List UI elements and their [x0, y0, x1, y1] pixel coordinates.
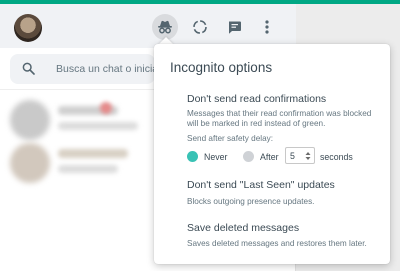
read-confirmations-description: Messages that their read confirmation wa…	[187, 109, 372, 128]
chat-preview-blurred	[58, 122, 138, 130]
deleted-messages-description: Saves deleted messages and restores them…	[187, 239, 367, 248]
search-placeholder: Busca un chat o inicia u	[56, 63, 167, 75]
avatar[interactable]	[14, 14, 42, 42]
new-chat-button[interactable]	[221, 14, 247, 40]
menu-button[interactable]	[254, 14, 280, 40]
search-input[interactable]: Busca un chat o inicia u	[10, 54, 167, 84]
chat-preview-blurred	[58, 165, 118, 173]
more-vertical-icon	[265, 20, 269, 34]
search-icon	[22, 62, 35, 75]
delay-seconds-input[interactable]: 5	[285, 147, 315, 164]
never-label[interactable]: Never	[204, 152, 227, 162]
incognito-icon	[158, 20, 172, 34]
sidebar-header	[0, 4, 296, 48]
incognito-options-popup: Incognito options Don't send read confir…	[154, 44, 390, 264]
avatar	[10, 143, 50, 183]
status-icon	[193, 20, 207, 34]
spinner-arrows-icon[interactable]	[304, 150, 312, 162]
safety-delay-label: Send after safety delay:	[187, 134, 274, 143]
chat-name-blurred	[58, 149, 128, 158]
seconds-label: seconds	[320, 152, 353, 162]
after-label[interactable]: After	[260, 152, 279, 162]
last-seen-title[interactable]: Don't send "Last Seen" updates	[187, 179, 335, 191]
never-radio[interactable]	[187, 151, 198, 162]
deleted-messages-title[interactable]: Save deleted messages	[187, 222, 299, 234]
status-button[interactable]	[187, 14, 213, 40]
popup-title: Incognito options	[170, 60, 273, 75]
last-seen-description: Blocks outgoing presence updates.	[187, 197, 315, 206]
unread-badge	[100, 102, 112, 114]
delay-seconds-value: 5	[290, 151, 295, 161]
after-radio[interactable]	[243, 151, 254, 162]
read-confirmations-title[interactable]: Don't send read confirmations	[187, 93, 326, 105]
chat-icon	[228, 21, 241, 34]
avatar	[10, 100, 50, 140]
